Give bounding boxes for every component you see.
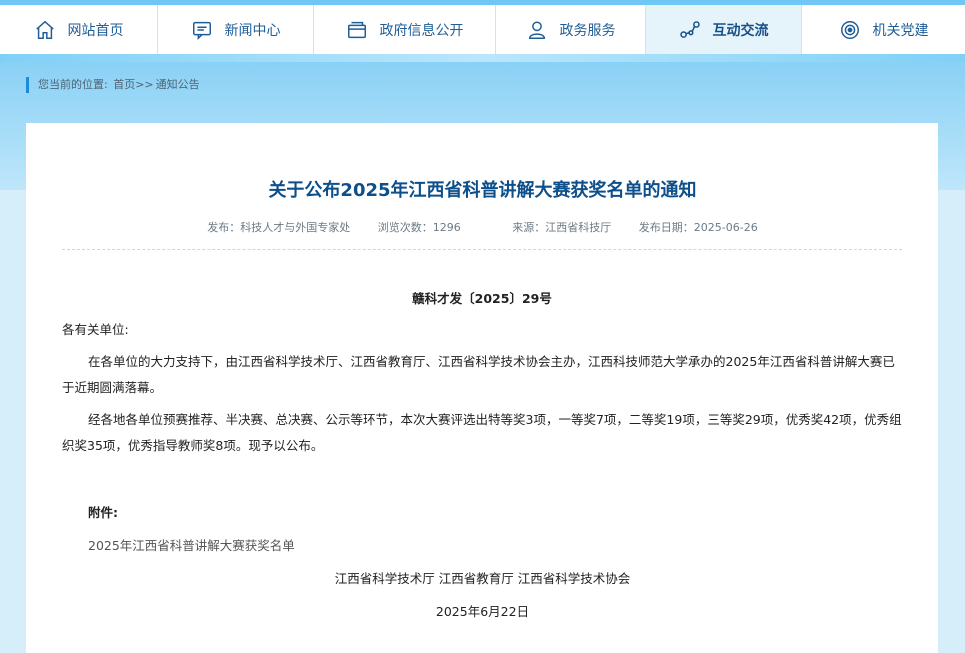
- main-nav: 网站首页 新闻中心 政府信息公开 政务服务 互动交流 机关党建: [0, 5, 965, 54]
- meta-publisher: 发布：科技人才与外国专家处: [207, 221, 351, 234]
- breadcrumb-home-link[interactable]: 首页: [113, 78, 135, 91]
- sign-date: 2025年6月22日: [435, 604, 530, 619]
- breadcrumb-current-link[interactable]: 通知公告: [156, 78, 200, 91]
- nav-item-services[interactable]: 政务服务: [496, 5, 646, 54]
- folder-icon: [346, 19, 368, 41]
- document-number: 赣科才发〔2025〕29号: [412, 291, 552, 306]
- nav-item-gov-info[interactable]: 政府信息公开: [314, 5, 496, 54]
- chat-icon: [191, 19, 213, 41]
- meta-date: 发布日期：2025-06-26: [638, 221, 758, 234]
- breadcrumb-separator: >>: [135, 78, 154, 91]
- share-icon: [679, 19, 701, 41]
- nav-item-party[interactable]: 机关党建: [802, 5, 965, 54]
- nav-item-label: 政务服务: [559, 22, 616, 39]
- nav-item-label: 网站首页: [67, 22, 124, 39]
- attachment-link[interactable]: 2025年江西省科普讲解大赛获奖名单: [88, 535, 295, 554]
- salutation: 各有关单位:: [62, 322, 129, 337]
- meta-divider: [62, 249, 902, 250]
- article-title: 关于公布2025年江西省科普讲解大赛获奖名单的通知: [268, 180, 697, 201]
- breadcrumb-prefix: 您当前的位置:: [38, 78, 108, 91]
- nav-item-label: 互动交流: [712, 22, 769, 39]
- nav-item-label: 机关党建: [872, 22, 929, 39]
- meta-source: 来源：江西省科技厅: [512, 221, 612, 234]
- nav-item-news[interactable]: 新闻中心: [158, 5, 314, 54]
- paragraph-2: 经各地各单位预赛推荐、半决赛、总决赛、公示等环节，本次大赛评选出特等奖3项，一等…: [62, 412, 902, 453]
- nav-item-label: 新闻中心: [224, 22, 281, 39]
- nav-item-home[interactable]: 网站首页: [0, 5, 158, 54]
- nav-item-interaction[interactable]: 互动交流: [646, 5, 802, 54]
- user-icon: [526, 19, 548, 41]
- badge-icon: [839, 19, 861, 41]
- attachment-label: 附件:: [88, 505, 118, 520]
- signature: 江西省科学技术厅 江西省教育厅 江西省科学技术协会: [334, 571, 631, 586]
- nav-item-label: 政府信息公开: [379, 22, 464, 39]
- breadcrumb: 您当前的位置: 首页>> 通知公告: [26, 77, 200, 93]
- paragraph-1: 在各单位的大力支持下，由江西省科学技术厅、江西省教育厅、江西省科学技术协会主办，…: [62, 354, 895, 395]
- home-icon: [34, 19, 56, 41]
- meta-views: 浏览次数：1296: [377, 221, 461, 234]
- nav-accent-bar: [0, 54, 965, 62]
- article-meta: 发布：科技人才与外国专家处 浏览次数：1296 来源：江西省科技厅 发布日期：2…: [0, 219, 965, 235]
